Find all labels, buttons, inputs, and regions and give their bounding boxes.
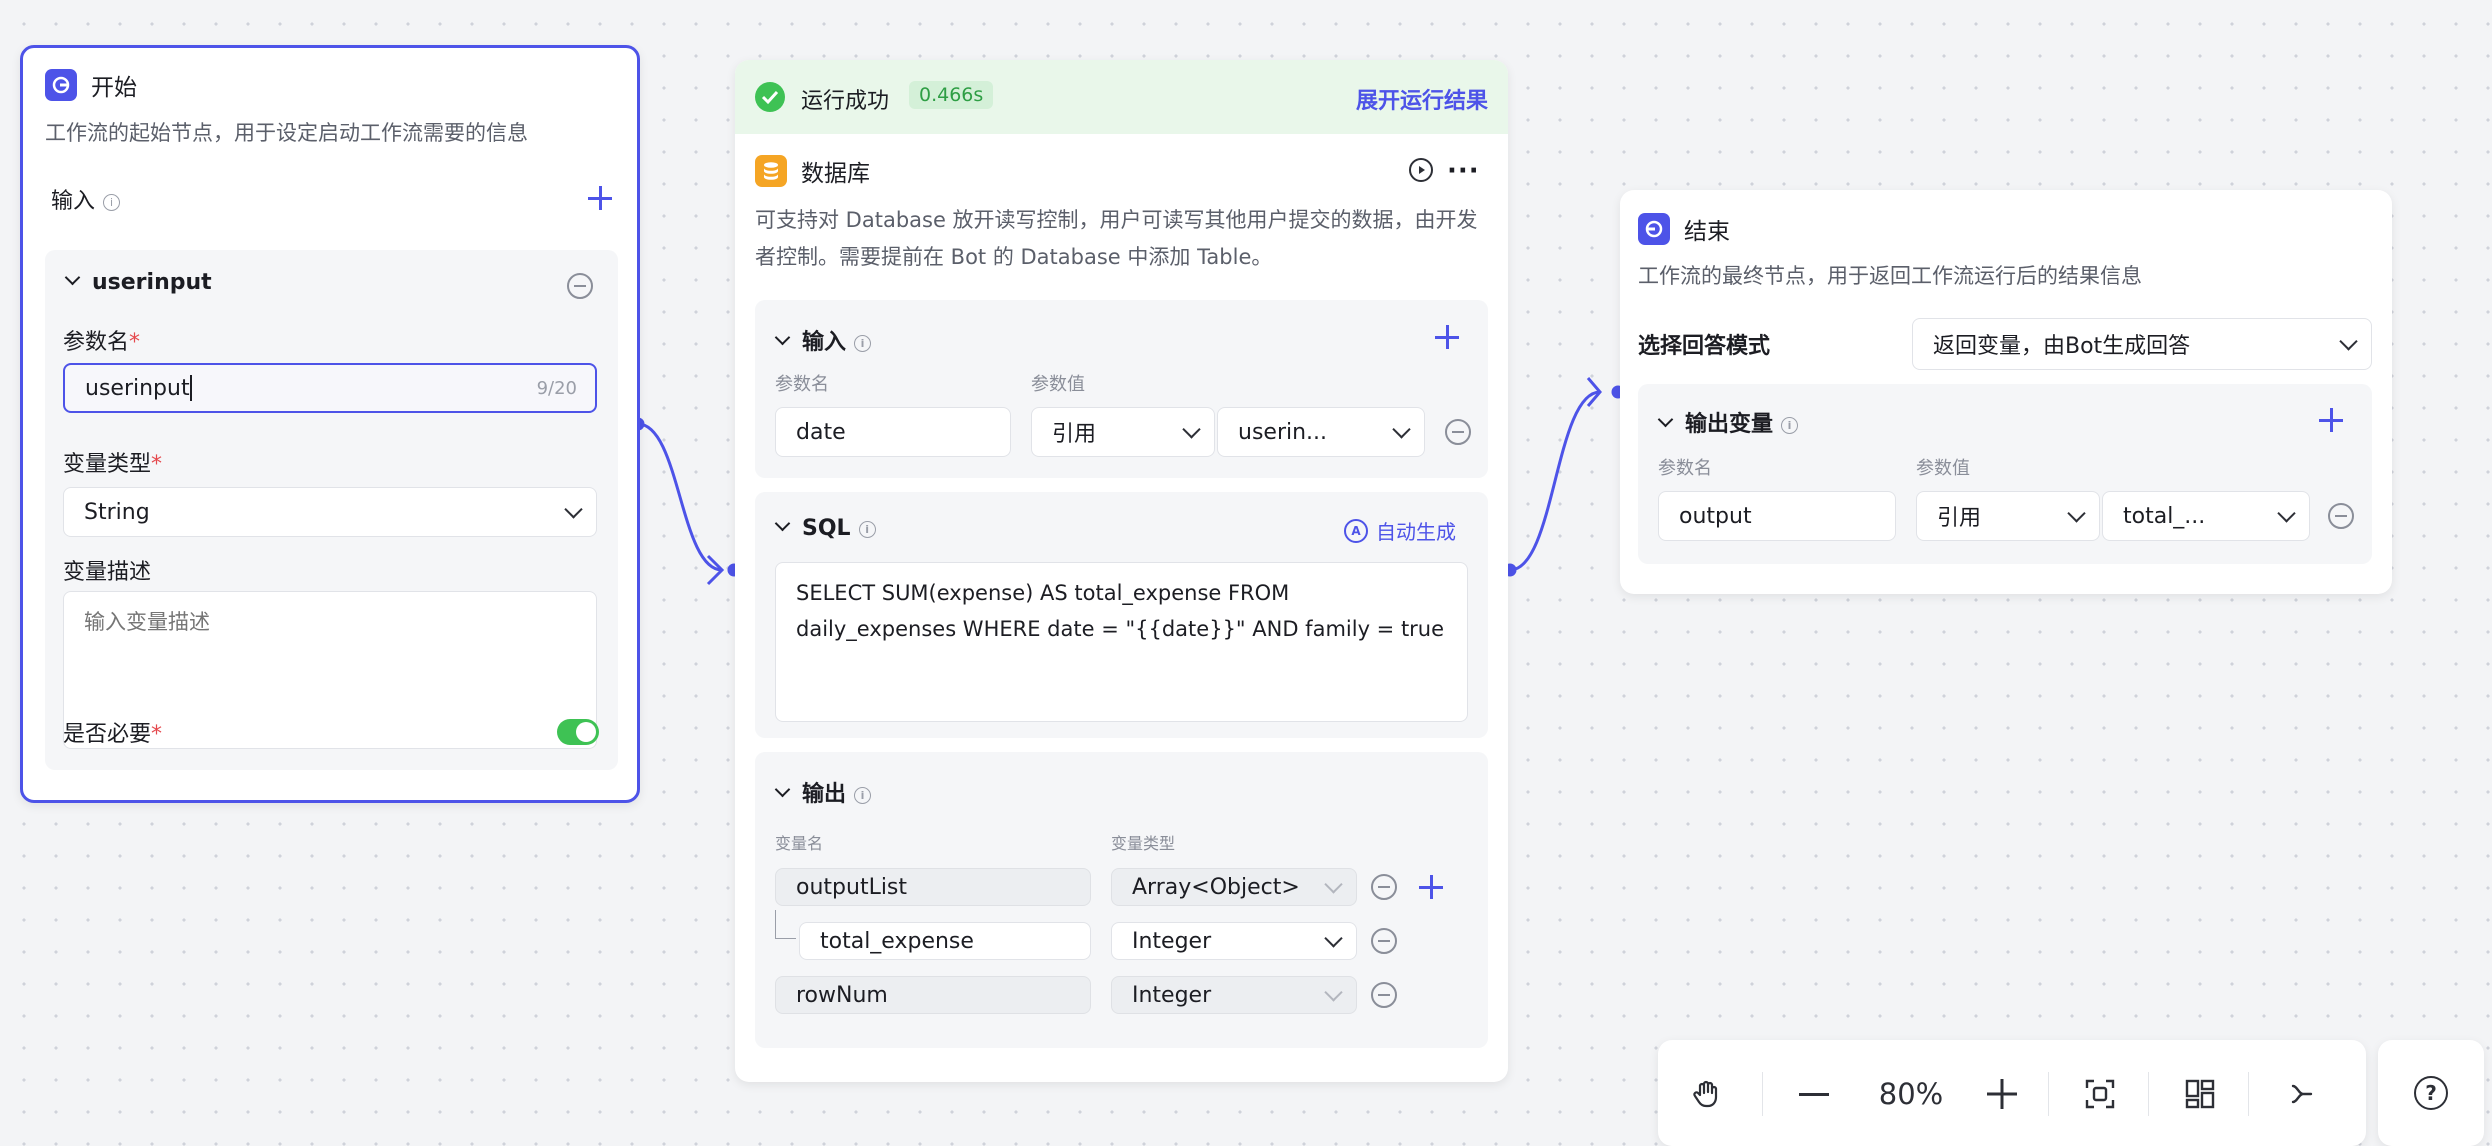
output-row-name: outputList [775,868,1091,906]
run-duration-badge: 0.466s [909,81,994,109]
remove-output-button[interactable] [1371,982,1397,1008]
add-end-output-button[interactable] [2319,408,2343,432]
info-icon: i [854,786,872,804]
auto-generate-button[interactable]: A 自动生成 [1344,516,1456,545]
col-param-name: 参数名 [1658,458,1712,479]
output-row-type[interactable]: Integer [1111,922,1357,960]
start-node[interactable]: 开始 工作流的起始节点，用于设定启动工作流需要的信息 输入 i userinput… [20,45,640,803]
end-node-description: 工作流的最终节点，用于返回工作流运行后的结果信息 [1638,264,2142,288]
hand-icon[interactable] [1684,1072,1728,1116]
run-status-text: 运行成功 [801,89,890,114]
database-icon [755,155,787,187]
end-output-ref-value-select[interactable]: total_... [2102,491,2310,541]
input-section-label: 输入 i [51,183,121,215]
chevron-down-icon [564,500,583,519]
required-toggle[interactable] [557,719,599,745]
db-output-toggle[interactable]: 输出 i [773,776,872,808]
chevron-down-icon [1324,983,1343,1002]
add-input-button[interactable] [588,186,612,210]
add-child-output-button[interactable] [1419,875,1443,899]
zoom-in-icon[interactable] [1980,1072,2024,1116]
end-output-section: 输出变量 i 参数名 参数值 output 引用 total_... [1638,384,2372,564]
answer-mode-label: 选择回答模式 [1638,334,1771,359]
col-var-type: 变量类型 [1111,834,1176,853]
variable-type-label: 变量类型* [63,452,163,477]
more-options-icon[interactable]: ··· [1447,156,1480,186]
help-button[interactable]: ? [2378,1040,2484,1146]
success-check-icon [755,82,785,112]
end-node[interactable]: 结束 工作流的最终节点，用于返回工作流运行后的结果信息 选择回答模式 返回变量，… [1620,190,2392,594]
connector-icon[interactable] [2278,1072,2322,1116]
zoom-level[interactable]: 80% [1856,1072,1966,1116]
remove-output-button[interactable] [1371,928,1397,954]
col-param-value: 参数值 [1916,458,1970,479]
db-input-ref-type-select[interactable]: 引用 [1031,407,1215,457]
col-param-name: 参数名 [775,374,829,395]
add-db-input-button[interactable] [1435,325,1459,349]
chevron-down-icon [2339,332,2358,351]
start-node-title: 开始 [91,75,137,101]
output-row-type: Integer [1111,976,1357,1014]
start-node-description: 工作流的起始节点，用于设定启动工作流需要的信息 [45,121,528,145]
end-node-icon [1638,213,1670,245]
remove-param-button[interactable] [567,273,593,299]
info-icon: i [858,520,876,538]
output-row-name[interactable]: total_expense [799,922,1091,960]
database-node-description: 可支持对 Database 放开读写控制，用户可读写其他用户提交的数据，由开发者… [755,208,1478,269]
chevron-down-icon [2067,504,2086,523]
variable-type-select[interactable]: String [63,487,597,537]
variable-desc-label: 变量描述 [63,560,152,585]
col-param-value: 参数值 [1031,374,1085,395]
param-name-input[interactable]: userinput 9/20 [63,363,597,413]
chevron-down-icon [1324,929,1343,948]
tree-connector [775,910,796,939]
help-icon: ? [2414,1076,2448,1110]
info-icon: i [103,193,121,211]
fit-view-icon[interactable] [2078,1072,2122,1116]
userinput-param-card: userinput 参数名* userinput 9/20 变量类型* Stri… [45,250,618,770]
db-input-section: 输入 i 参数名 参数值 date 引用 userin... [755,300,1488,478]
chevron-down-icon [2277,504,2296,523]
canvas-toolbar: 80% [1658,1040,2366,1146]
sql-editor[interactable]: SELECT SUM(expense) AS total_expense FRO… [775,562,1468,722]
output-row-type: Array<Object> [1111,868,1357,906]
layout-icon[interactable] [2178,1072,2222,1116]
sql-section: SQL i A 自动生成 SELECT SUM(expense) AS total… [755,492,1488,738]
end-output-toggle[interactable]: 输出变量 i [1656,406,1799,438]
col-var-name: 变量名 [775,834,824,853]
ai-icon: A [1344,518,1368,543]
db-input-ref-value-select[interactable]: userin... [1217,407,1425,457]
zoom-out-icon[interactable] [1792,1072,1836,1116]
end-output-name-field[interactable]: output [1658,491,1896,541]
database-node-title: 数据库 [801,161,870,187]
sql-toggle[interactable]: SQL i [773,515,876,541]
db-input-toggle[interactable]: 输入 i [773,324,872,356]
database-node[interactable]: 运行成功 0.466s 展开运行结果 数据库 ··· 可支持对 Database… [735,60,1508,1082]
param-name-label: 参数名* [63,330,141,355]
end-output-ref-type-select[interactable]: 引用 [1916,491,2100,541]
remove-end-output-button[interactable] [2328,503,2354,529]
db-input-name-field[interactable]: date [775,407,1011,457]
run-status-bar: 运行成功 0.466s 展开运行结果 [735,60,1508,134]
chevron-down-icon [1182,420,1201,439]
output-row-name: rowNum [775,976,1091,1014]
chevron-down-icon [1392,420,1411,439]
info-icon: i [1781,416,1799,434]
remove-output-button[interactable] [1371,874,1397,900]
chevron-down-icon [1324,875,1343,894]
remove-db-input-button[interactable] [1445,419,1471,445]
db-output-section: 输出 i 变量名 变量类型 outputList Array<Object> to… [755,752,1488,1048]
start-node-icon [45,69,77,101]
required-label: 是否必要* [63,722,163,747]
run-node-icon[interactable] [1409,158,1433,182]
info-icon: i [854,334,872,352]
char-counter: 9/20 [536,377,577,399]
end-node-title: 结束 [1684,219,1730,245]
expand-results-link[interactable]: 展开运行结果 [1356,83,1488,115]
answer-mode-select[interactable]: 返回变量，由Bot生成回答 [1912,318,2372,370]
param-collapse-toggle[interactable]: userinput [63,269,212,295]
